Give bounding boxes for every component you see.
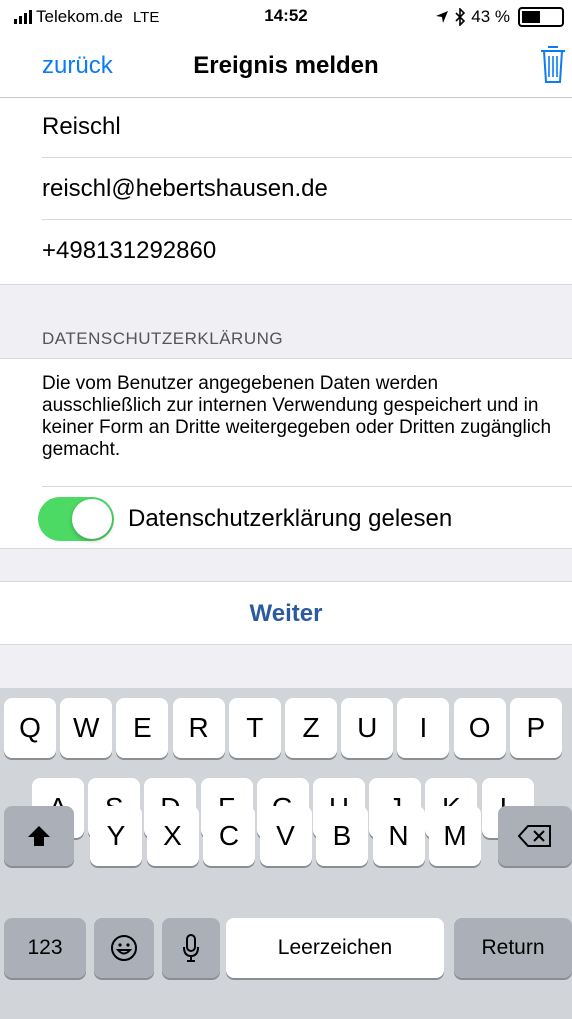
toggle-knob — [72, 499, 112, 539]
nav-bar: zurück Ereignis melden — [0, 34, 572, 98]
name-value: Reischl — [42, 112, 121, 140]
email-field[interactable]: reischl@hebertshausen.de — [42, 158, 572, 220]
key-e[interactable]: E — [116, 698, 169, 758]
page-title: Ereignis melden — [193, 52, 379, 79]
key-w[interactable]: W — [60, 698, 113, 758]
key-p[interactable]: P — [509, 698, 562, 758]
return-key[interactable]: Return — [454, 918, 572, 978]
keyboard: QWERTZUIOP ASDFGHJKL YXCVBNM 123 Leerzei… — [0, 688, 572, 1019]
key-x[interactable]: X — [146, 806, 199, 866]
key-n[interactable]: N — [372, 806, 425, 866]
privacy-toggle-row: Datenschutzerklärung gelesen — [38, 486, 572, 548]
dictation-key[interactable] — [162, 918, 220, 978]
key-o[interactable]: O — [453, 698, 506, 758]
privacy-toggle[interactable] — [38, 497, 114, 541]
key-u[interactable]: U — [341, 698, 394, 758]
phone-value: +498131292860 — [42, 237, 217, 264]
delete-backspace-icon — [518, 825, 551, 847]
delete-key[interactable] — [498, 806, 572, 866]
key-t[interactable]: T — [228, 698, 281, 758]
battery-icon — [518, 7, 564, 27]
shift-arrow-icon — [28, 826, 50, 846]
battery-percent: 43 % — [471, 7, 510, 26]
microphone-icon — [183, 934, 199, 962]
key-y[interactable]: Y — [90, 806, 142, 866]
key-q[interactable]: Q — [4, 698, 56, 758]
trash-icon[interactable] — [538, 42, 568, 86]
key-v[interactable]: V — [259, 806, 312, 866]
key-m[interactable]: M — [429, 806, 481, 866]
privacy-section-header: DATENSCHUTZERKLÄRUNG — [42, 329, 284, 348]
email-value: reischl@hebertshausen.de — [42, 174, 328, 202]
key-r[interactable]: R — [172, 698, 225, 758]
status-right: 43 % — [435, 7, 564, 27]
space-key[interactable]: Leerzeichen — [226, 918, 444, 978]
numbers-key[interactable]: 123 — [4, 918, 86, 978]
emoji-icon — [111, 935, 137, 961]
key-z[interactable]: Z — [285, 698, 337, 758]
location-arrow-icon — [436, 11, 449, 23]
phone-field[interactable]: +498131292860 — [42, 220, 572, 282]
shift-key[interactable] — [4, 806, 74, 866]
key-c[interactable]: C — [203, 806, 255, 866]
status-bar: Telekom.de LTE 14:52 43 % — [0, 0, 572, 34]
next-button[interactable]: Weiter — [250, 600, 323, 628]
bluetooth-icon — [455, 8, 466, 26]
privacy-text: Die vom Benutzer angegebenen Daten werde… — [42, 373, 552, 460]
privacy-toggle-label: Datenschutzerklärung gelesen — [128, 505, 453, 532]
emoji-key[interactable] — [94, 918, 154, 978]
key-i[interactable]: I — [397, 698, 450, 758]
next-button-row: Weiter — [0, 581, 572, 645]
key-b[interactable]: B — [316, 806, 368, 866]
name-field[interactable]: Reischl — [42, 96, 572, 158]
battery-level — [522, 11, 541, 23]
